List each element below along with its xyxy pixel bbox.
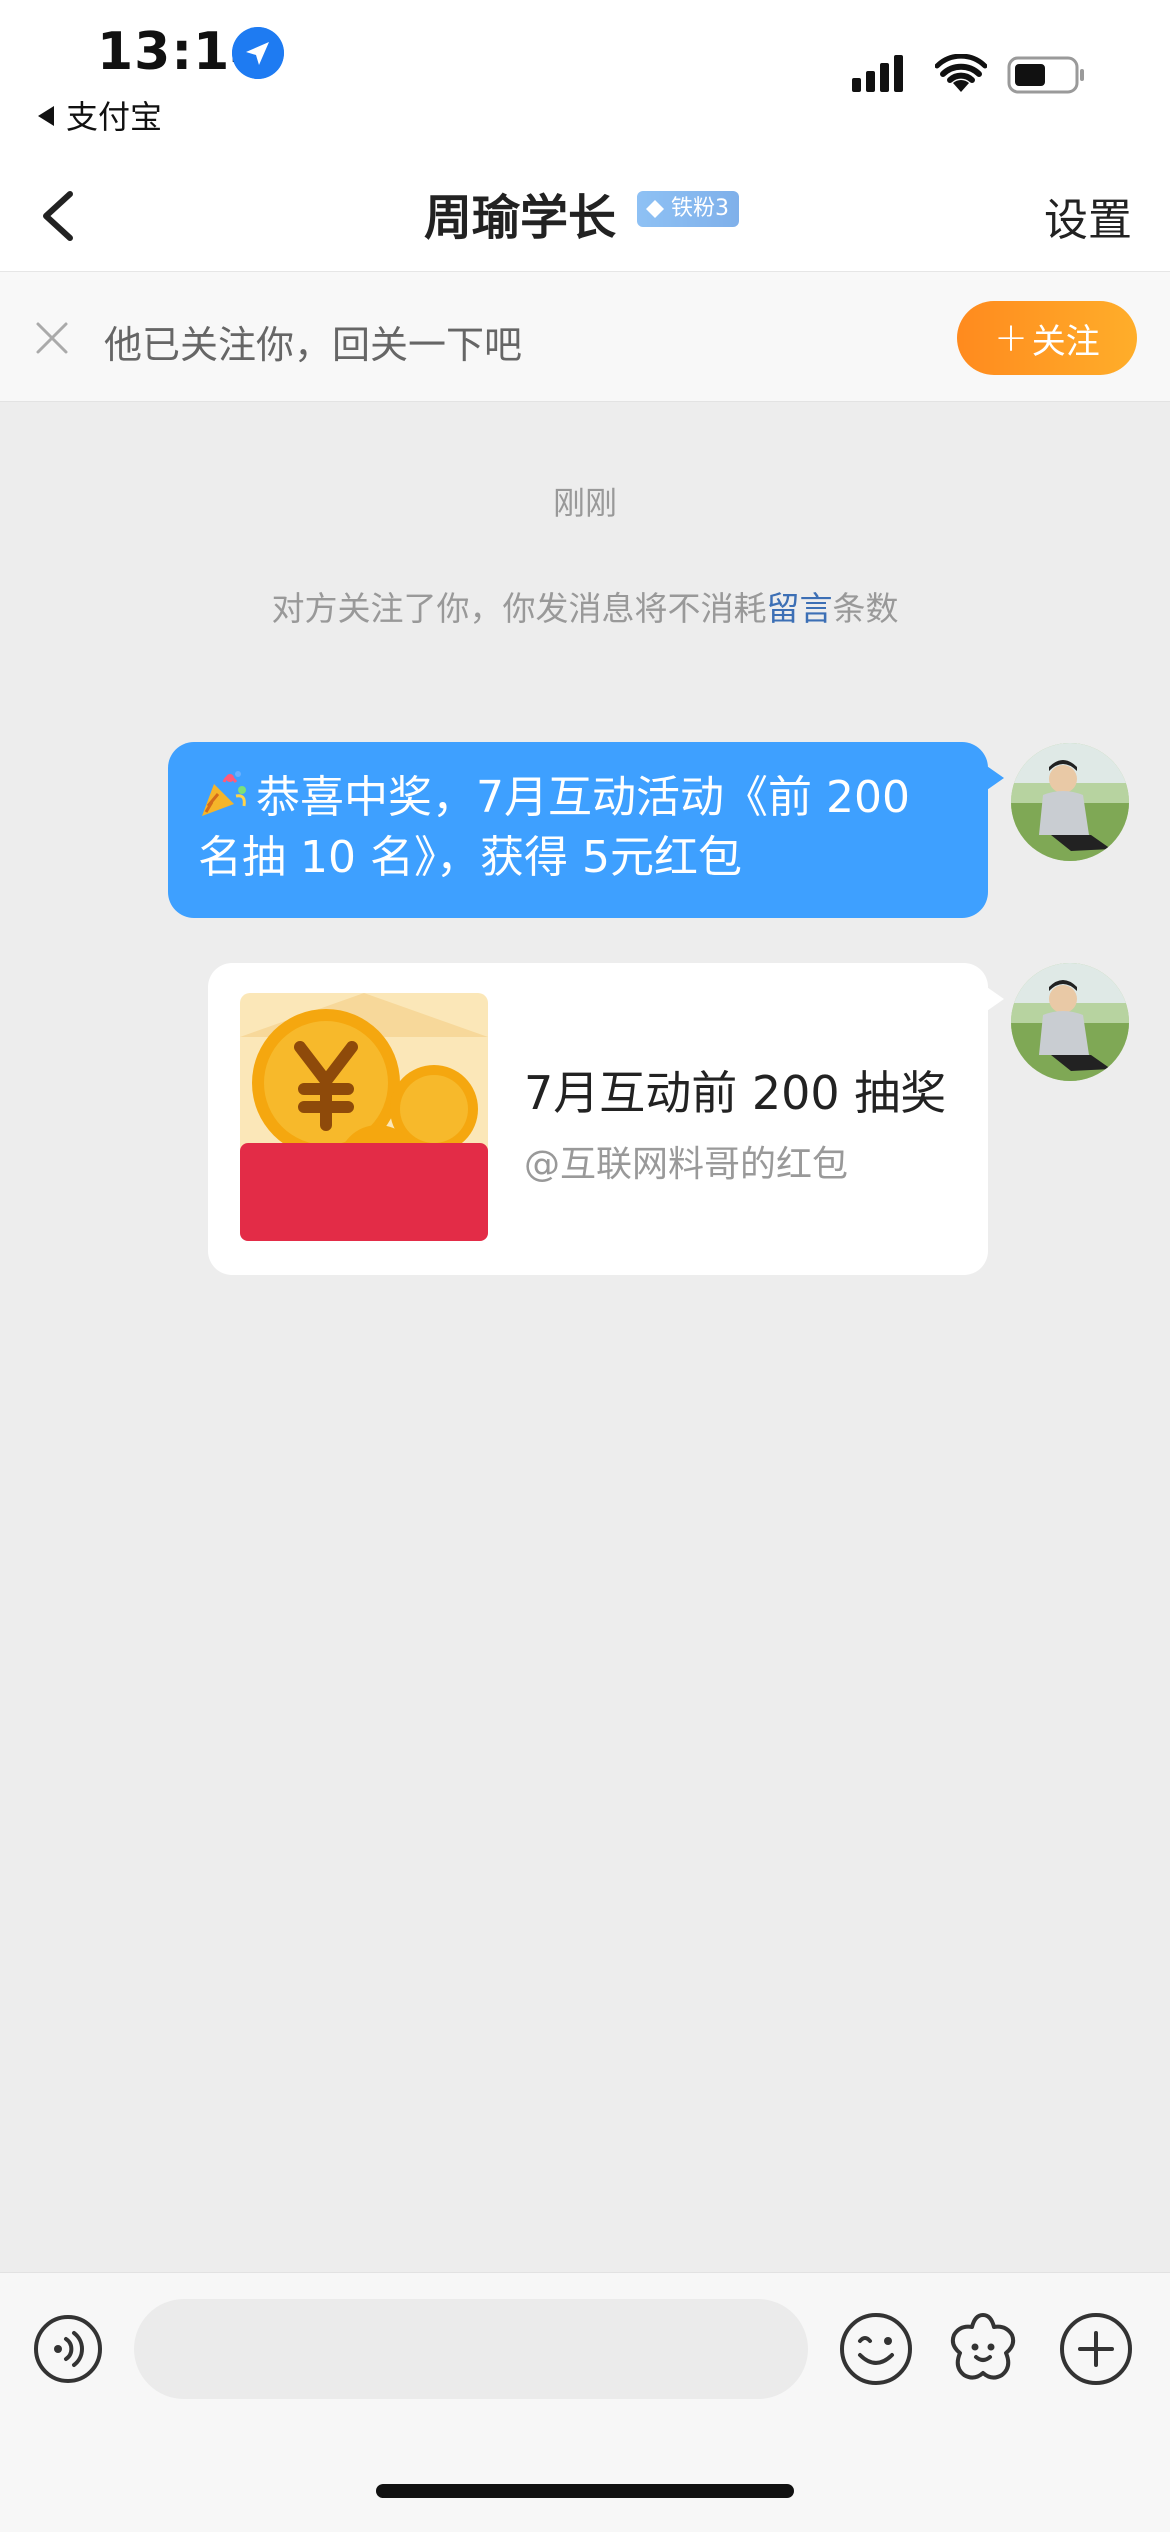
follow-back-banner: 他已关注你，回关一下吧 + 关注 <box>0 272 1170 402</box>
battery-icon <box>1007 56 1084 94</box>
fan-badge-label: 铁粉3 <box>671 196 729 221</box>
follow-button[interactable]: + 关注 <box>957 301 1137 375</box>
plus-icon[interactable] <box>1058 2311 1134 2387</box>
status-bar: 13:14 支付宝 <box>0 0 1170 160</box>
message-quota-link[interactable]: 留言 <box>767 589 833 628</box>
message-text-line2: 名抽 10 名》，获得 5元红包 <box>198 832 742 883</box>
system-notice-text: 对方关注了你，你发消息将不消耗 <box>271 589 767 628</box>
message-bubble[interactable]: 恭喜中奖，7月互动活动《前 200 名抽 10 名》，获得 5元红包 <box>168 742 1004 918</box>
chat-header: 周瑜学长 铁粉3 设置 <box>0 160 1170 272</box>
message-timestamp: 刚刚 <box>552 484 617 522</box>
red-packet-sender: @互联网料哥的红包 <box>524 1144 849 1185</box>
follow-button-label: 关注 <box>1031 321 1100 362</box>
system-notice-suffix: 条数 <box>832 589 899 628</box>
red-packet-icon <box>240 993 488 1241</box>
page-title[interactable]: 周瑜学长 <box>424 178 616 248</box>
system-notice: 对方关注了你，你发消息将不消耗留言条数 <box>0 582 1170 630</box>
cellular-signal-icon <box>852 55 903 92</box>
follow-back-text: 他已关注你，回关一下吧 <box>104 323 523 367</box>
sticker-icon[interactable] <box>944 2309 1022 2387</box>
red-packet-title: 7月互动前 200 抽奖 <box>524 1066 947 1120</box>
red-packet-card[interactable]: 7月互动前 200 抽奖 @互联网料哥的红包 <box>208 963 1004 1275</box>
message-line: 恭喜中奖，7月互动活动《前 200 <box>198 768 958 828</box>
back-app-label: 支付宝 <box>66 98 163 136</box>
avatar[interactable] <box>1011 743 1129 861</box>
voice-icon[interactable] <box>32 2313 104 2385</box>
location-arrow-icon <box>232 27 284 79</box>
fan-level-badge: 铁粉3 <box>637 191 739 227</box>
home-indicator <box>376 2484 794 2498</box>
diamond-icon <box>646 200 664 218</box>
back-to-app-link[interactable]: 支付宝 <box>38 92 162 138</box>
chevron-left-icon[interactable] <box>30 180 100 252</box>
message-text-line1: 恭喜中奖，7月互动活动《前 200 <box>256 772 910 823</box>
user-photo <box>1011 743 1129 861</box>
wifi-icon <box>935 54 987 92</box>
settings-button[interactable]: 设置 <box>1044 184 1132 248</box>
plus-icon: + <box>994 315 1028 361</box>
message-input[interactable] <box>134 2299 808 2399</box>
back-triangle-icon <box>38 106 54 126</box>
message-input-bar <box>0 2272 1170 2532</box>
party-popper-icon <box>202 771 246 816</box>
emoji-icon[interactable] <box>838 2311 914 2387</box>
user-photo <box>1011 963 1129 1081</box>
close-icon[interactable] <box>32 318 72 358</box>
avatar[interactable] <box>1011 963 1129 1081</box>
